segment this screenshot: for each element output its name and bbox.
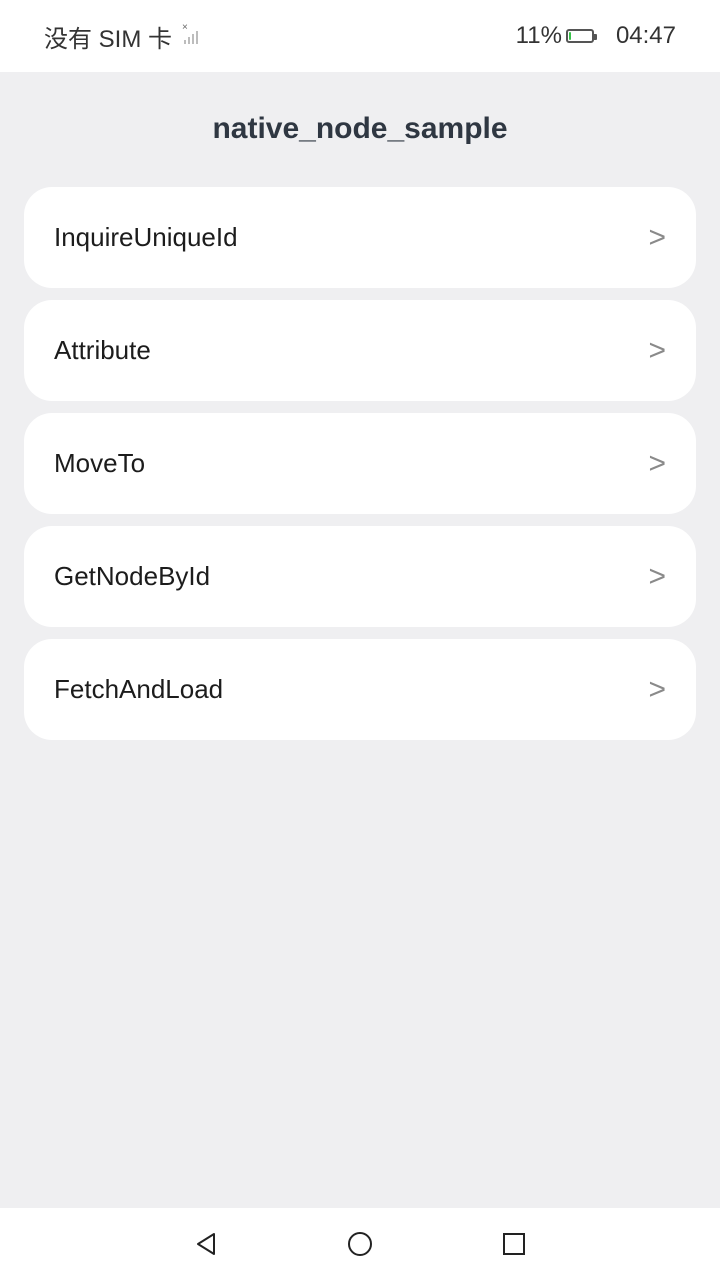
battery-percent: 11%: [515, 22, 562, 49]
chevron-right-icon: >: [648, 334, 666, 367]
battery-icon: [565, 29, 597, 43]
list-item-label: Attribute: [54, 335, 151, 365]
recent-apps-icon[interactable]: [500, 1230, 528, 1258]
status-bar: 没有 SIM 卡 × 11% 04:47: [0, 0, 720, 72]
sample-list: InquireUniqueId > Attribute > MoveTo > G…: [24, 187, 696, 752]
page-title: native_node_sample: [212, 112, 508, 145]
status-left: 没有 SIM 卡 ×: [44, 20, 199, 53]
list-item-label: InquireUniqueId: [54, 222, 238, 252]
signal-icon: ×: [182, 22, 199, 44]
carrier-text: 没有 SIM 卡: [44, 25, 173, 53]
list-item-label: MoveTo: [54, 448, 146, 478]
list-item-fetch-and-load[interactable]: FetchAndLoad >: [24, 639, 696, 740]
navigation-bar: [0, 1208, 720, 1280]
chevron-right-icon: >: [648, 447, 666, 480]
list-item-label: FetchAndLoad: [54, 674, 224, 704]
list-item-label: GetNodeById: [54, 561, 211, 591]
status-right: 11% 04:47: [516, 20, 676, 52]
battery-fill: [568, 32, 571, 40]
chevron-right-icon: >: [648, 673, 666, 706]
list-item-inquire-unique-id[interactable]: InquireUniqueId >: [24, 187, 696, 288]
chevron-right-icon: >: [648, 221, 666, 254]
list-item-get-node-by-id[interactable]: GetNodeById >: [24, 526, 696, 627]
list-item-move-to[interactable]: MoveTo >: [24, 413, 696, 514]
clock: 04:47: [615, 22, 676, 49]
list-item-attribute[interactable]: Attribute >: [24, 300, 696, 401]
back-icon[interactable]: [193, 1230, 221, 1258]
home-icon[interactable]: [346, 1230, 374, 1258]
chevron-right-icon: >: [648, 560, 666, 593]
